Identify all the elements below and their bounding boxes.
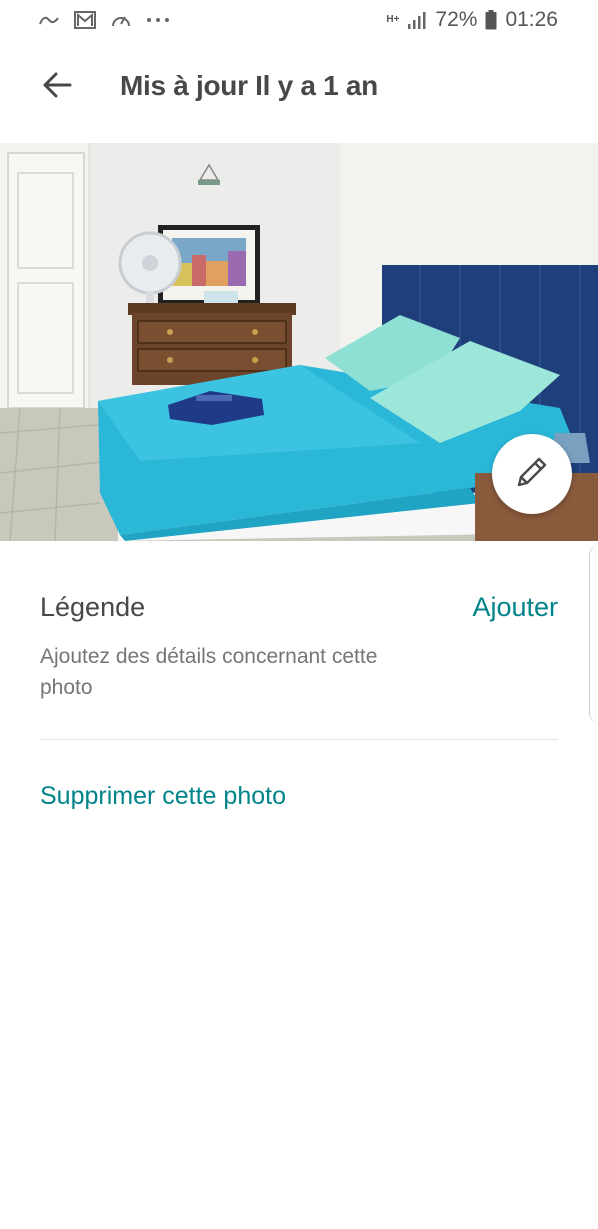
signal-icon <box>407 10 427 30</box>
gmail-icon <box>74 11 96 29</box>
page-title: Mis à jour Il y a 1 an <box>120 70 378 101</box>
battery-icon <box>485 10 497 30</box>
add-caption-button[interactable]: Ajouter <box>472 592 558 623</box>
caption-row: Légende Ajouter <box>40 592 558 623</box>
app-bar: Mis à jour Il y a 1 an <box>0 40 598 143</box>
status-bar: H+ 72% 01:26 <box>0 0 598 40</box>
more-dots-icon <box>146 17 170 23</box>
delete-photo-button[interactable]: Supprimer cette photo <box>40 782 286 811</box>
system-status: H+ 72% 01:26 <box>386 8 558 32</box>
clock: 01:26 <box>505 8 558 31</box>
scrollbar-edge <box>589 545 598 723</box>
network-type: H+ <box>386 14 400 25</box>
caption-hint: Ajoutez des détails concernant cette pho… <box>40 645 378 699</box>
edit-photo-button[interactable] <box>492 434 572 514</box>
battery-percent: 72% <box>435 8 478 31</box>
arrow-left-icon <box>42 72 72 103</box>
speedometer-icon <box>110 11 132 29</box>
back-button[interactable] <box>36 69 78 105</box>
caption-label: Légende <box>40 592 146 622</box>
divider <box>40 739 558 740</box>
notification-icons <box>38 11 170 29</box>
airbnb-icon <box>38 12 60 28</box>
pencil-icon <box>513 453 551 496</box>
